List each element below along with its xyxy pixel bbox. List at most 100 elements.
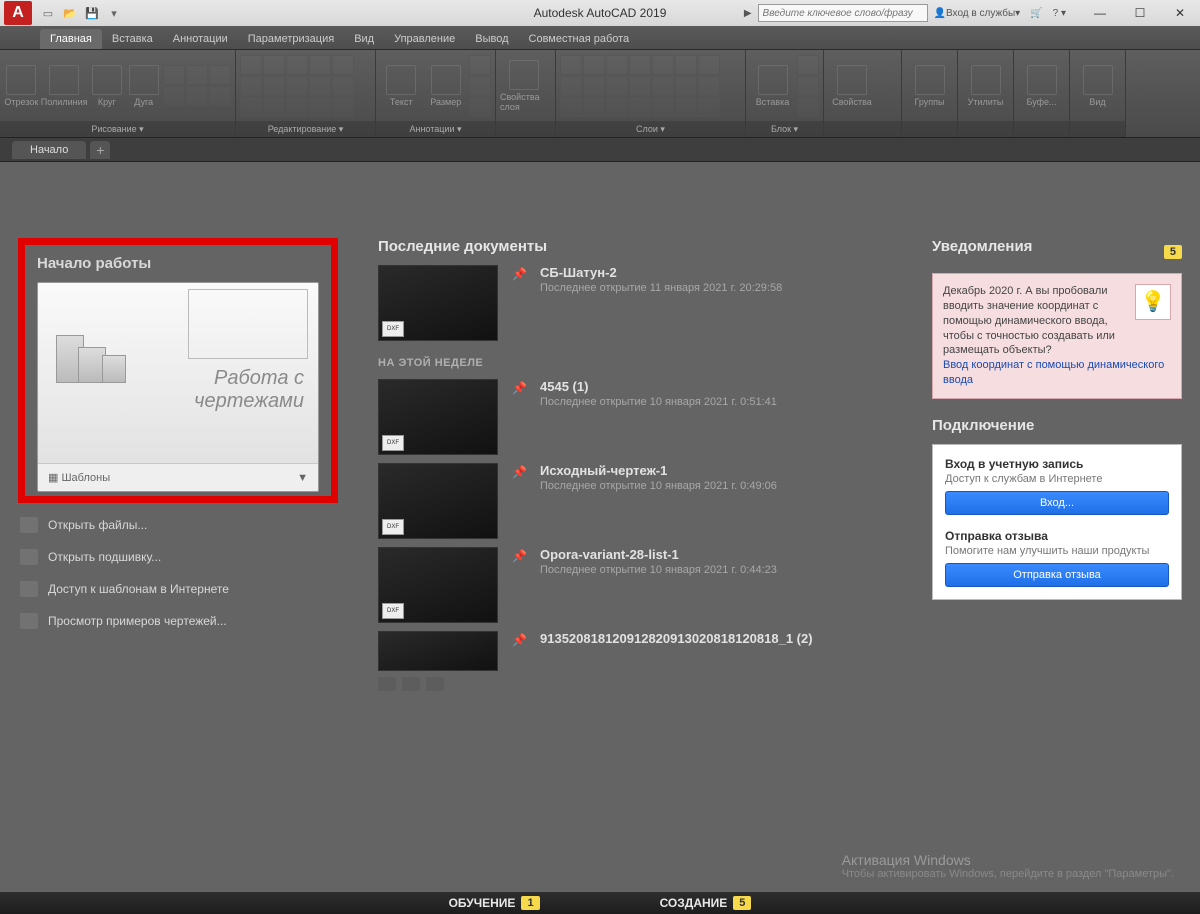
panel-title-edit[interactable]: Редактирование ▾ xyxy=(236,121,375,137)
signin-label: Вход в службы xyxy=(946,8,1015,19)
pin-icon[interactable]: 📌 xyxy=(512,379,526,455)
text-button[interactable]: Текст xyxy=(380,56,423,116)
notification-link[interactable]: Ввод координат с помощью динамического в… xyxy=(943,359,1164,386)
feedback-heading: Отправка отзыва xyxy=(945,529,1169,543)
doc-tab-new[interactable]: + xyxy=(90,141,110,159)
insert-button[interactable]: Вставка xyxy=(750,56,795,116)
recent-docs-heading: Последние документы xyxy=(378,238,892,255)
maximize-button[interactable]: ☐ xyxy=(1120,0,1160,26)
ribbon-panel-utils: Утилиты xyxy=(958,50,1014,137)
ribbon-panel-view: Вид xyxy=(1070,50,1126,137)
start-card-text: Работа с чертежами xyxy=(194,367,304,413)
line-button[interactable]: Отрезок xyxy=(4,56,39,116)
view-thumb-icon[interactable] xyxy=(426,677,444,691)
ribbon-tab-view[interactable]: Вид xyxy=(344,29,384,49)
notifications-badge: 5 xyxy=(1164,245,1182,259)
sample-drawings-link[interactable]: Просмотр примеров чертежей... xyxy=(18,605,338,637)
file-thumbnail: DXF xyxy=(378,265,498,341)
file-thumbnail: DXF xyxy=(378,379,498,455)
learn-badge: 1 xyxy=(521,896,539,910)
circle-button[interactable]: Круг xyxy=(89,56,124,116)
ribbon-panel-block: Вставка Блок ▾ xyxy=(746,50,824,137)
save-icon[interactable]: 💾 xyxy=(82,3,102,23)
dxf-badge-icon: DXF xyxy=(382,603,404,619)
help-icon[interactable]: ? ▾ xyxy=(1049,3,1070,23)
left-column: Начало работы Работа с чертежами ▦ Шаб xyxy=(18,238,338,878)
signin-button[interactable]: 👤 Вход в службы ▾ xyxy=(930,3,1025,23)
file-thumbnail: DXF xyxy=(378,547,498,623)
new-icon[interactable]: ▭ xyxy=(38,3,58,23)
ribbon-tab-parametric[interactable]: Параметризация xyxy=(238,29,344,49)
ribbon-tab-annotate[interactable]: Аннотации xyxy=(163,29,238,49)
start-drawing-card[interactable]: Работа с чертежами ▦ Шаблоны▼ xyxy=(37,282,319,492)
open-sheetset-link[interactable]: Открыть подшивку... xyxy=(18,541,338,573)
create-tab[interactable]: СОЗДАНИЕ5 xyxy=(660,896,752,910)
chevron-down-icon: ▼ xyxy=(297,472,308,484)
globe-icon xyxy=(20,581,38,597)
utils-button[interactable]: Утилиты xyxy=(962,56,1009,116)
close-button[interactable]: ✕ xyxy=(1160,0,1200,26)
pin-icon[interactable]: 📌 xyxy=(512,547,526,623)
dxf-badge-icon: DXF xyxy=(382,435,404,451)
search-play-icon[interactable]: ▶ xyxy=(740,3,756,23)
ribbon-tab-home[interactable]: Главная xyxy=(40,29,102,49)
ribbon-tab-insert[interactable]: Вставка xyxy=(102,29,163,49)
bottom-bar: ОБУЧЕНИЕ1 СОЗДАНИЕ5 xyxy=(0,892,1200,914)
app-logo[interactable]: A xyxy=(4,1,32,25)
dropdown-icon[interactable]: ▾ xyxy=(104,3,124,23)
layerprops-button[interactable]: Свойства слоя xyxy=(500,56,548,116)
polyline-button[interactable]: Полилиния xyxy=(41,56,88,116)
ribbon-tab-output[interactable]: Вывод xyxy=(465,29,518,49)
recent-item[interactable]: DXF 📌 Исходный-чертеж-1Последнее открыти… xyxy=(378,463,892,539)
panel-title-layers[interactable]: Слои ▾ xyxy=(556,121,745,137)
panel-title-draw[interactable]: Рисование ▾ xyxy=(0,121,235,137)
pin-icon[interactable]: 📌 xyxy=(512,463,526,539)
open-icon[interactable]: 📂 xyxy=(60,3,80,23)
notification-card[interactable]: 💡 Декабрь 2020 г. А вы пробовали вводить… xyxy=(932,273,1182,399)
panel-title-annot[interactable]: Аннотации ▾ xyxy=(376,121,495,137)
recent-item[interactable]: 📌 913520818120912820913020818120818_1 (2… xyxy=(378,631,892,671)
document-tabs: Начало + xyxy=(0,138,1200,162)
doc-tab-start[interactable]: Начало xyxy=(12,141,86,159)
pin-icon[interactable]: 📌 xyxy=(512,631,526,671)
windows-activation-watermark: Активация Windows Чтобы активировать Win… xyxy=(842,852,1174,880)
recent-item[interactable]: DXF 📌 СБ-Шатун-2Последнее открытие 11 ян… xyxy=(378,265,892,341)
ribbon-panel-props: Свойства xyxy=(824,50,902,137)
middle-column: Последние документы DXF 📌 СБ-Шатун-2Посл… xyxy=(378,238,892,878)
view-button[interactable]: Вид xyxy=(1074,56,1121,116)
feedback-button[interactable]: Отправка отзыва xyxy=(945,563,1169,587)
learn-tab[interactable]: ОБУЧЕНИЕ1 xyxy=(449,896,540,910)
dxf-badge-icon: DXF xyxy=(382,321,404,337)
ribbon-panel-layers: Слои ▾ xyxy=(556,50,746,137)
recent-item[interactable]: DXF 📌 Opora-variant-28-list-1Последнее о… xyxy=(378,547,892,623)
create-badge: 5 xyxy=(733,896,751,910)
view-grid-icon[interactable] xyxy=(402,677,420,691)
highlighted-area: Начало работы Работа с чертежами ▦ Шаб xyxy=(18,238,338,503)
signin-button-main[interactable]: Вход... xyxy=(945,491,1169,515)
view-mode-switcher xyxy=(378,677,892,691)
exchange-icon[interactable]: 🛒 xyxy=(1026,3,1046,23)
templates-dropdown[interactable]: ▦ Шаблоны▼ xyxy=(38,463,318,491)
pin-icon[interactable]: 📌 xyxy=(512,265,526,341)
keyword-search-input[interactable] xyxy=(758,4,928,22)
panel-title-block[interactable]: Блок ▾ xyxy=(746,121,823,137)
folder-icon xyxy=(20,517,38,533)
sample-icon xyxy=(20,613,38,629)
signin-text: Доступ к службам в Интернете xyxy=(945,473,1169,485)
arc-button[interactable]: Дуга xyxy=(126,56,161,116)
view-list-icon[interactable] xyxy=(378,677,396,691)
groups-button[interactable]: Группы xyxy=(906,56,953,116)
start-page: Начало работы Работа с чертежами ▦ Шаб xyxy=(0,162,1200,896)
connect-heading: Подключение xyxy=(932,417,1182,434)
ribbon-tab-manage[interactable]: Управление xyxy=(384,29,465,49)
online-templates-link[interactable]: Доступ к шаблонам в Интернете xyxy=(18,573,338,605)
minimize-button[interactable]: — xyxy=(1080,0,1120,26)
ribbon-panel-layerprops: Свойства слоя xyxy=(496,50,556,137)
dimension-button[interactable]: Размер xyxy=(425,56,468,116)
props-button[interactable]: Свойства xyxy=(828,56,876,116)
ribbon-tab-collab[interactable]: Совместная работа xyxy=(519,29,640,49)
clipboard-button[interactable]: Буфе... xyxy=(1018,56,1065,116)
recent-item[interactable]: DXF 📌 4545 (1)Последнее открытие 10 янва… xyxy=(378,379,892,455)
ribbon-tabs: Главная Вставка Аннотации Параметризация… xyxy=(0,26,1200,50)
open-files-link[interactable]: Открыть файлы... xyxy=(18,509,338,541)
